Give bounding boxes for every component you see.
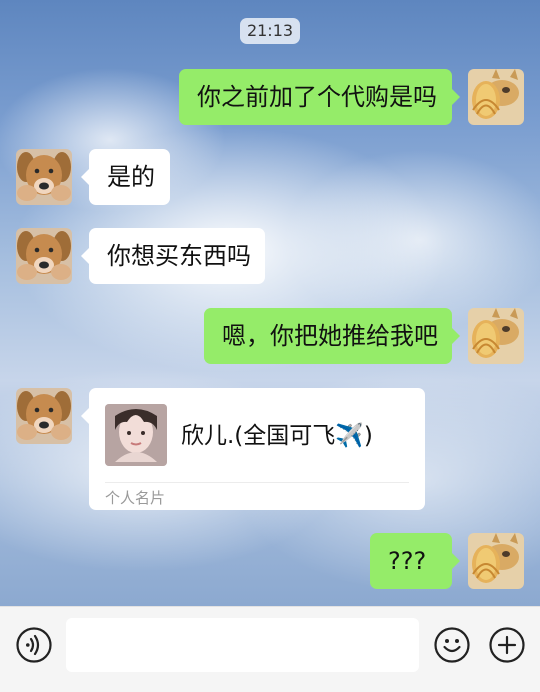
profile-photo (105, 404, 167, 466)
chat-screen: 21:13 你之前加了个代购是吗 是的 你想买东西吗 嗯，你把她推给我吧 欣儿.… (0, 0, 540, 692)
emoji-icon[interactable] (433, 626, 471, 664)
outgoing-message-bubble[interactable]: 嗯，你把她推给我吧 (204, 308, 460, 364)
dog-avatar[interactable] (16, 228, 72, 284)
message-input[interactable] (66, 618, 419, 672)
incoming-message-bubble[interactable]: 你想买东西吗 (81, 228, 265, 284)
card-type-label: 个人名片 (105, 489, 166, 507)
incoming-message-bubble[interactable]: 是的 (81, 149, 170, 205)
chat-input-bar (0, 606, 540, 692)
contact-card[interactable]: 欣儿.(全国可飞✈️) 个人名片 (81, 388, 425, 510)
cat-avatar[interactable] (468, 69, 524, 125)
outgoing-message-bubble[interactable]: ??? (370, 533, 460, 589)
cat-avatar[interactable] (468, 308, 524, 364)
contact-name: 欣儿.(全国可飞✈️) (181, 423, 373, 449)
card-divider (105, 482, 409, 483)
plus-icon[interactable] (488, 626, 526, 664)
dog-avatar[interactable] (16, 149, 72, 205)
dog-avatar[interactable] (16, 388, 72, 444)
timestamp: 21:13 (240, 18, 300, 44)
cat-avatar[interactable] (468, 533, 524, 589)
voice-icon[interactable] (15, 626, 53, 664)
outgoing-message-bubble[interactable]: 你之前加了个代购是吗 (179, 69, 460, 125)
